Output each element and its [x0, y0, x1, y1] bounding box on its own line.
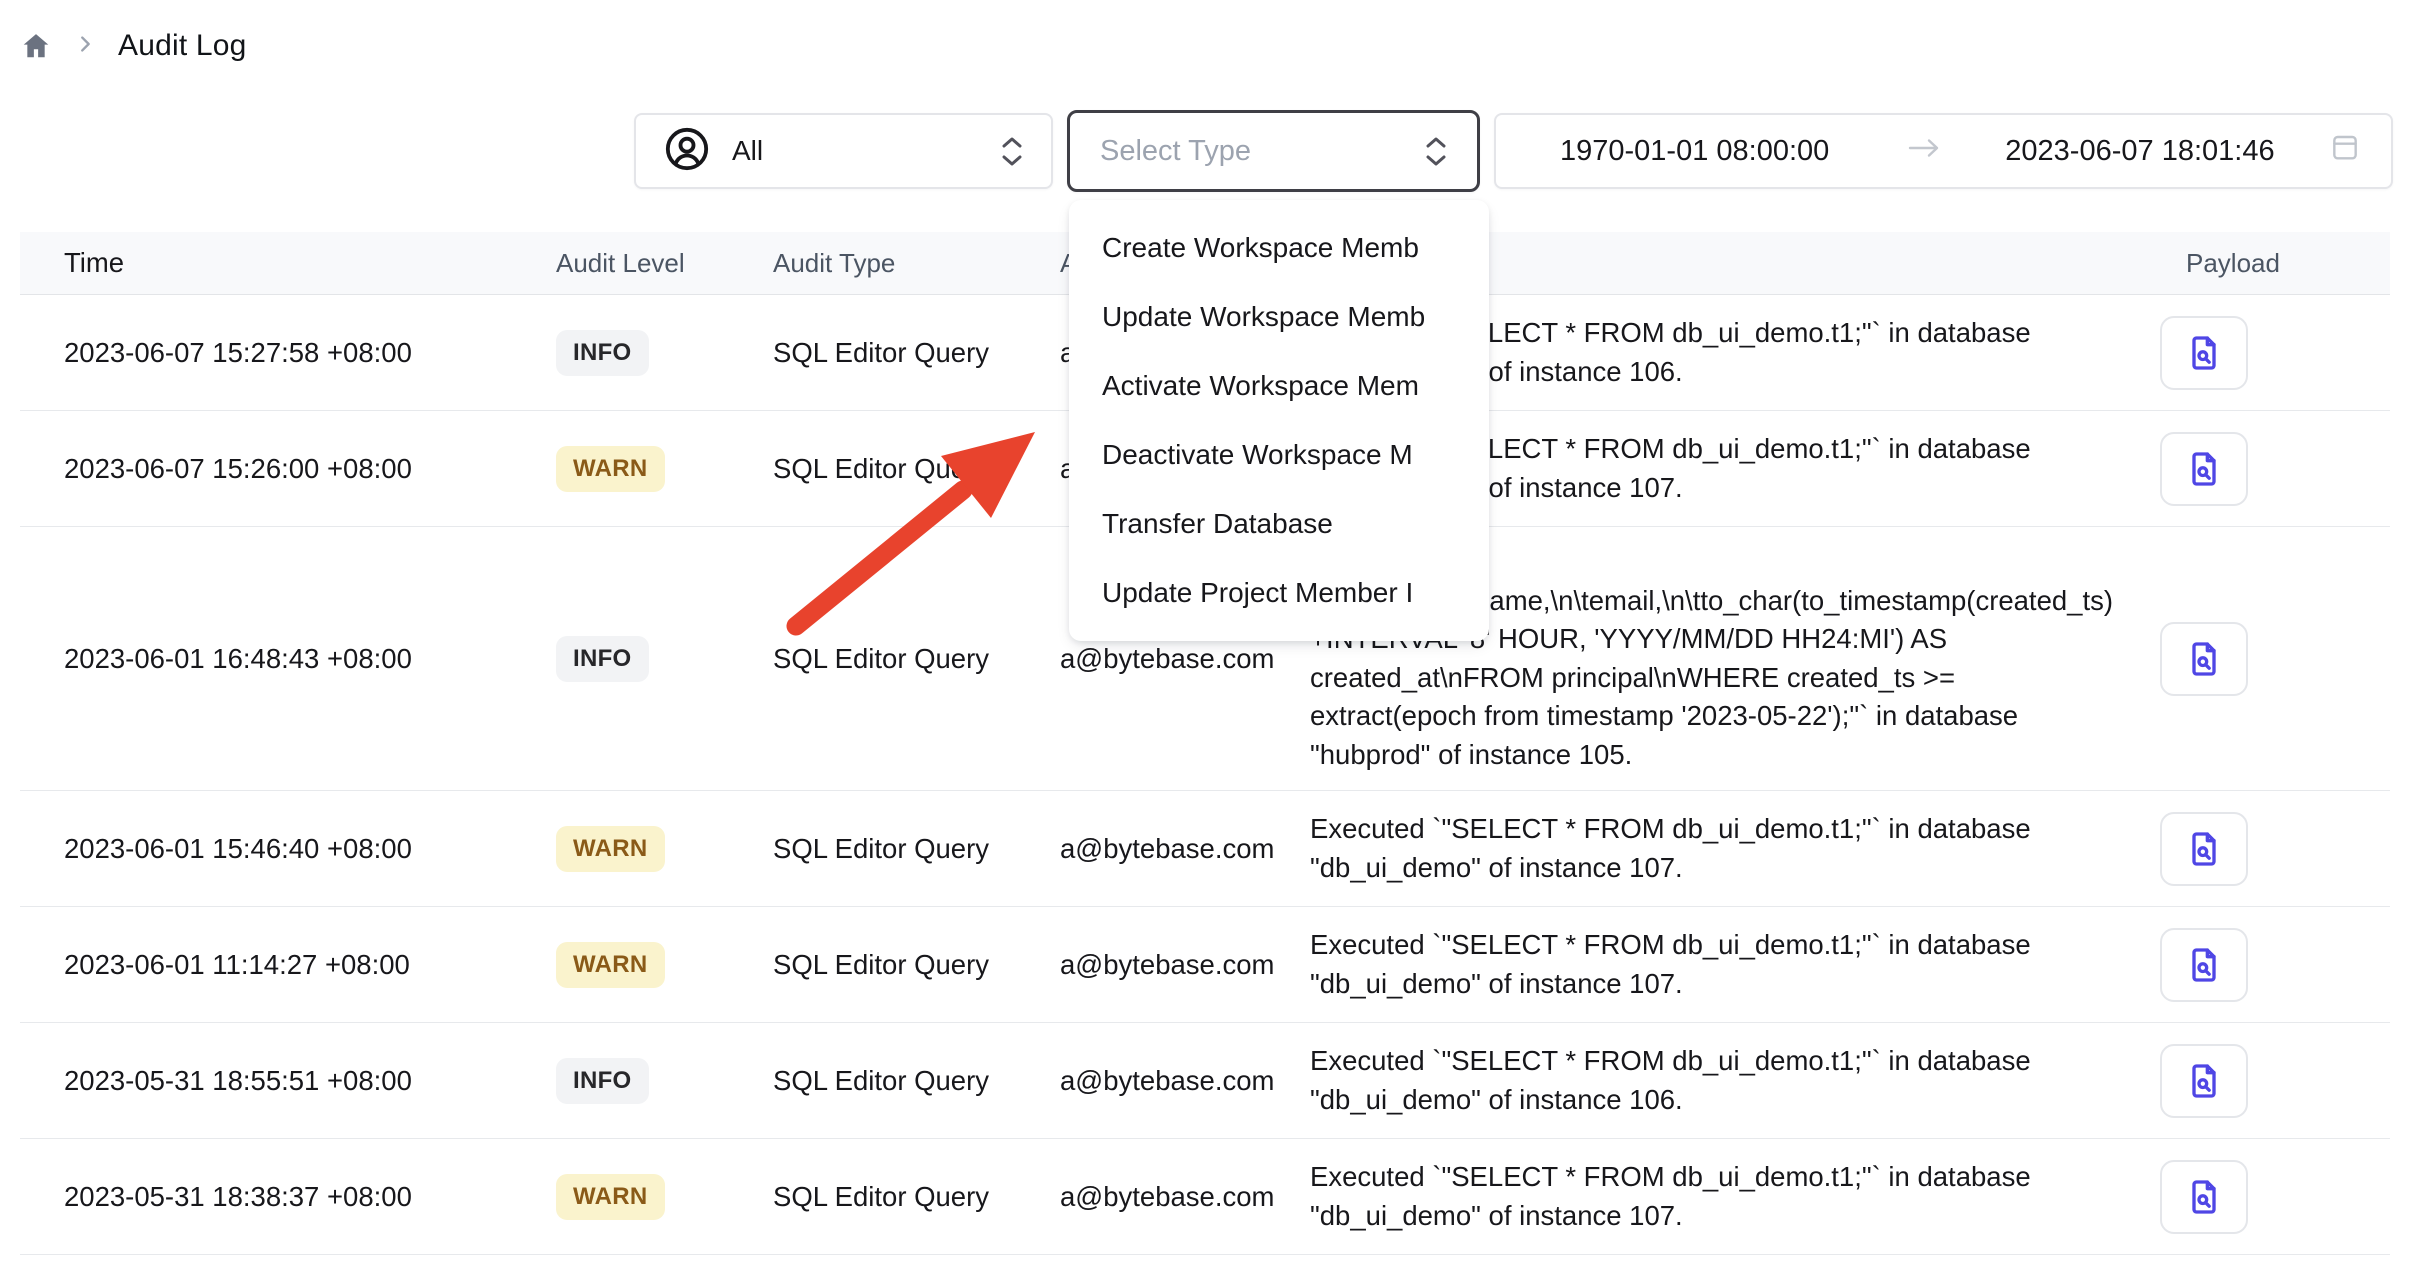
dropdown-option[interactable]: Create Workspace Memb [1069, 213, 1489, 282]
file-search-icon [2184, 829, 2224, 869]
cell-time: 2023-06-01 16:48:43 +08:00 [20, 643, 556, 675]
file-search-icon [2184, 945, 2224, 985]
file-search-icon [2184, 639, 2224, 679]
cell-audit-type: SQL Editor Query [773, 1181, 1060, 1213]
view-payload-button[interactable] [2160, 622, 2248, 696]
audit-level-badge: WARN [556, 942, 665, 988]
calendar-icon [2329, 130, 2361, 172]
cell-audit-type: SQL Editor Query [773, 833, 1060, 865]
chevron-right-icon [74, 33, 96, 60]
chevrons-up-down-icon [1425, 136, 1447, 167]
cell-comment: Executed `"SELECT * FROM db_ui_demo.t1;"… [1310, 926, 2140, 1003]
dropdown-option[interactable]: Update Project Member I [1069, 558, 1489, 627]
type-filter-select[interactable]: Select Type [1067, 110, 1480, 192]
actor-filter-value: All [732, 135, 763, 167]
view-payload-button[interactable] [2160, 1160, 2248, 1234]
date-range-start: 1970-01-01 08:00:00 [1560, 135, 1829, 168]
type-filter-placeholder: Select Type [1100, 135, 1251, 168]
audit-level-badge: INFO [556, 330, 649, 376]
file-search-icon [2184, 1061, 2224, 1101]
column-header-payload: Payload [2140, 248, 2390, 279]
audit-level-badge: WARN [556, 826, 665, 872]
type-dropdown-menu: Create Workspace Memb Update Workspace M… [1069, 200, 1489, 641]
audit-level-badge: INFO [556, 1058, 649, 1104]
column-header-audit-level: Audit Level [556, 248, 773, 279]
file-search-icon [2184, 1177, 2224, 1217]
view-payload-button[interactable] [2160, 928, 2248, 1002]
chevrons-up-down-icon [1001, 136, 1023, 167]
page-title: Audit Log [118, 29, 247, 63]
view-payload-button[interactable] [2160, 812, 2248, 886]
audit-level-badge: WARN [556, 446, 665, 492]
table-row: 2023-06-01 15:46:40 +08:00 WARN SQL Edit… [20, 791, 2390, 907]
cell-audit-type: SQL Editor Query [773, 1065, 1060, 1097]
arrow-right-icon [1907, 135, 1941, 168]
cell-actor: a@bytebase.com [1060, 1181, 1310, 1213]
cell-time: 2023-06-01 11:14:27 +08:00 [20, 949, 556, 981]
dropdown-option[interactable]: Transfer Database [1069, 489, 1489, 558]
cell-actor: a@bytebase.com [1060, 1065, 1310, 1097]
cell-actor: a@bytebase.com [1060, 643, 1310, 675]
dropdown-option[interactable]: Activate Workspace Mem [1069, 351, 1489, 420]
cell-actor: a@bytebase.com [1060, 949, 1310, 981]
file-search-icon [2184, 449, 2224, 489]
cell-time: 2023-06-07 15:27:58 +08:00 [20, 337, 556, 369]
dropdown-option[interactable]: Update Workspace Memb [1069, 282, 1489, 351]
column-header-time: Time [20, 247, 556, 279]
cell-actor: a@bytebase.com [1060, 833, 1310, 865]
cell-comment: Executed `"SELECT * FROM db_ui_demo.t1;"… [1310, 1158, 2140, 1235]
cell-audit-type: SQL Editor Query [773, 453, 1060, 485]
cell-audit-type: SQL Editor Query [773, 337, 1060, 369]
breadcrumb: Audit Log [20, 24, 247, 68]
cell-time: 2023-06-01 15:46:40 +08:00 [20, 833, 556, 865]
table-row: 2023-05-31 18:55:51 +08:00 INFO SQL Edit… [20, 1023, 2390, 1139]
audit-level-badge: WARN [556, 1174, 665, 1220]
date-range-picker[interactable]: 1970-01-01 08:00:00 2023-06-07 18:01:46 [1494, 113, 2393, 189]
dropdown-option[interactable]: Deactivate Workspace M [1069, 420, 1489, 489]
cell-time: 2023-05-31 18:55:51 +08:00 [20, 1065, 556, 1097]
audit-level-badge: INFO [556, 636, 649, 682]
column-header-audit-type: Audit Type [773, 248, 1060, 279]
table-row: 2023-05-31 18:38:37 +08:00 WARN SQL Edit… [20, 1139, 2390, 1255]
table-row: 2023-06-01 11:14:27 +08:00 WARN SQL Edit… [20, 907, 2390, 1023]
cell-audit-type: SQL Editor Query [773, 643, 1060, 675]
cell-comment: Executed `"SELECT * FROM db_ui_demo.t1;"… [1310, 810, 2140, 887]
home-icon[interactable] [20, 30, 52, 62]
cell-time: 2023-06-07 15:26:00 +08:00 [20, 453, 556, 485]
view-payload-button[interactable] [2160, 316, 2248, 390]
user-circle-icon [664, 126, 710, 177]
date-range-end: 2023-06-07 18:01:46 [2005, 135, 2274, 168]
view-payload-button[interactable] [2160, 1044, 2248, 1118]
cell-audit-type: SQL Editor Query [773, 949, 1060, 981]
view-payload-button[interactable] [2160, 432, 2248, 506]
cell-time: 2023-05-31 18:38:37 +08:00 [20, 1181, 556, 1213]
actor-filter-select[interactable]: All [634, 113, 1053, 189]
cell-comment: Executed `"SELECT * FROM db_ui_demo.t1;"… [1310, 1042, 2140, 1119]
file-search-icon [2184, 333, 2224, 373]
audit-log-page: Audit Log All Select Type 1970-01-01 08:… [0, 0, 2410, 1268]
